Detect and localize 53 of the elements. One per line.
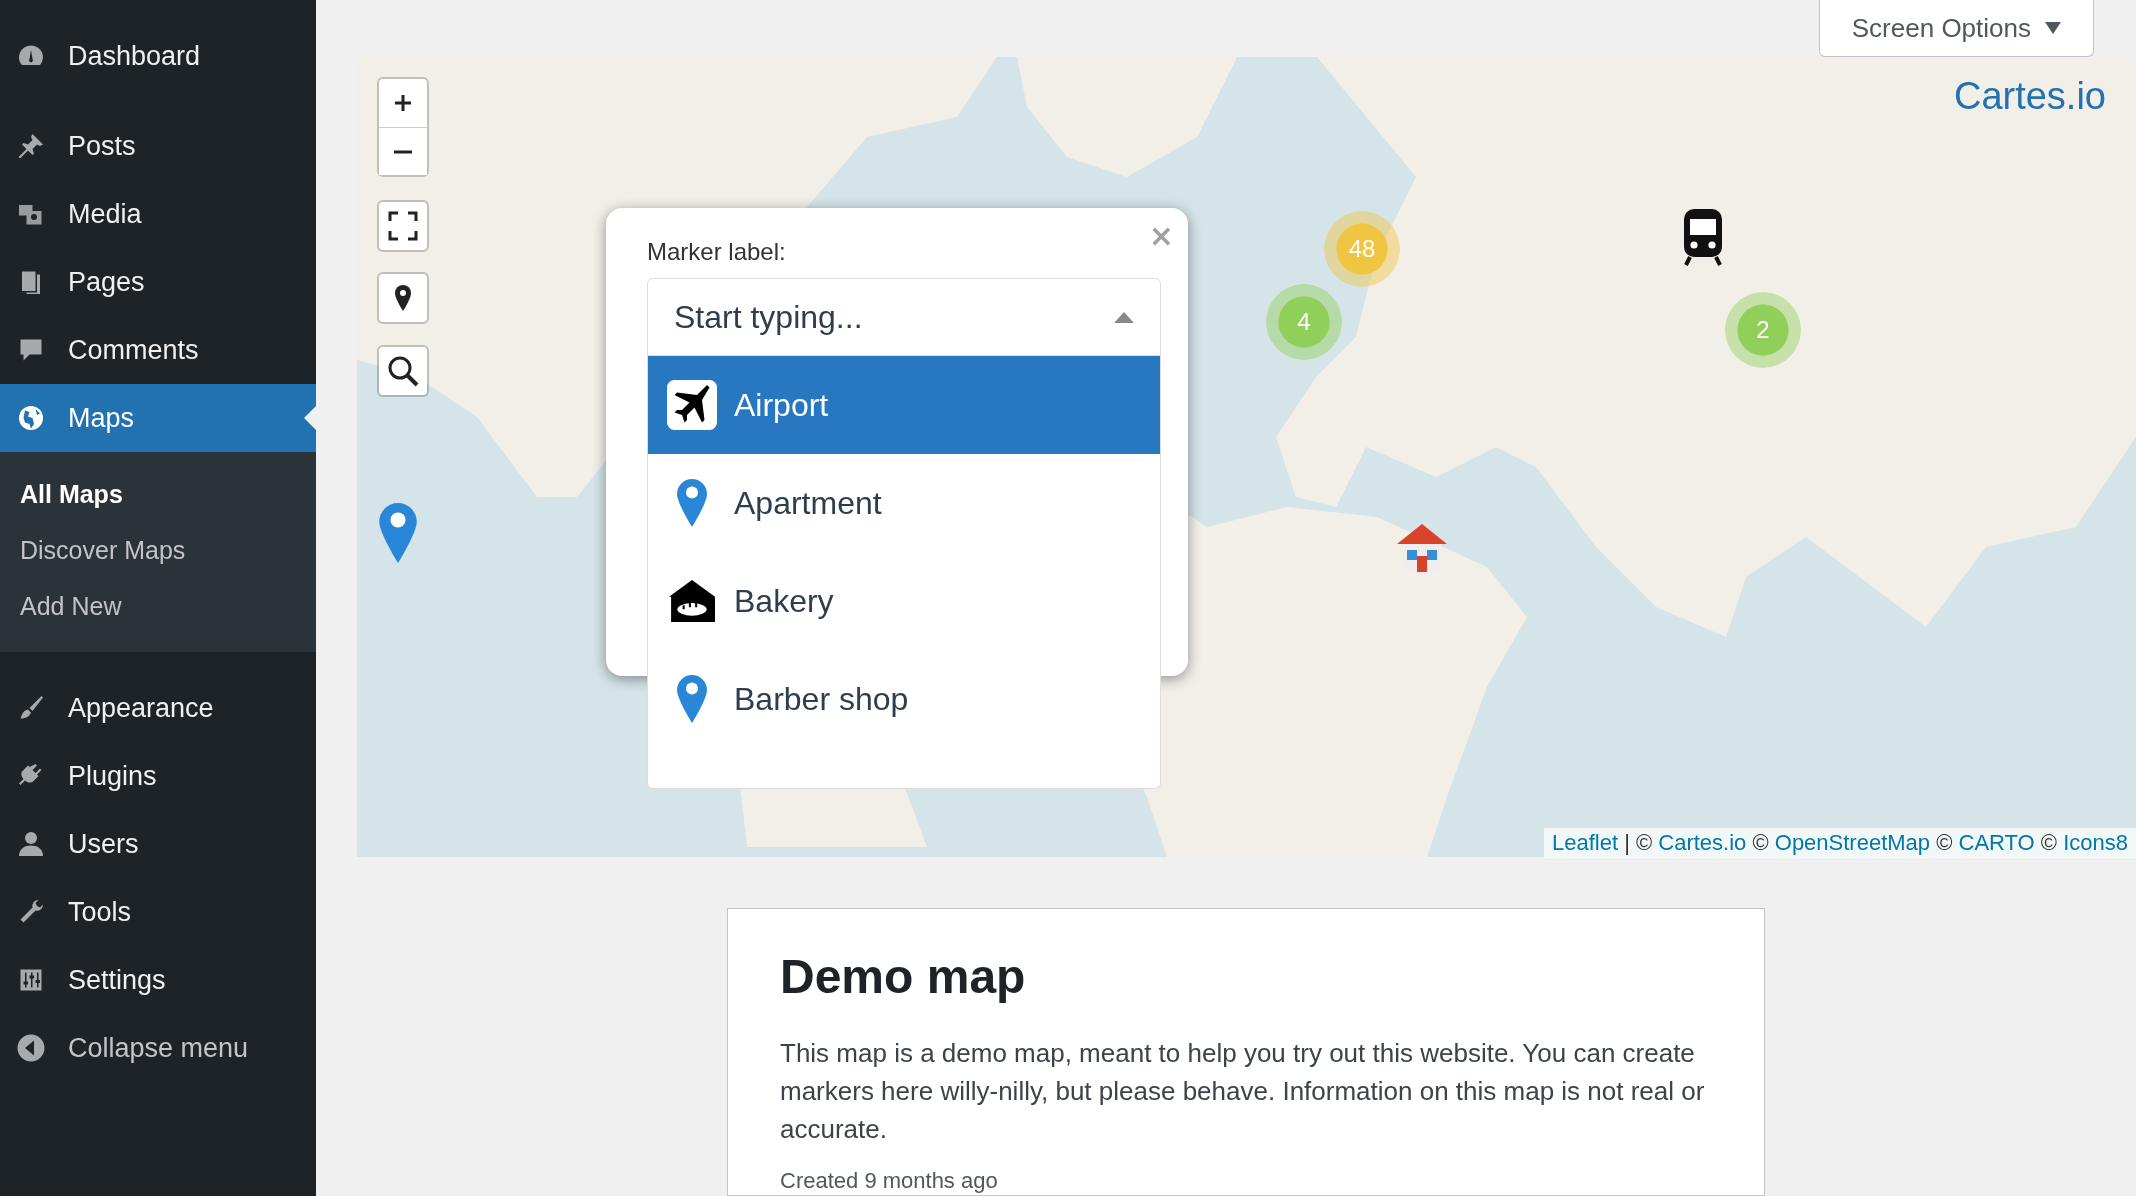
caret-icon bbox=[1114, 311, 1134, 323]
sidebar-item[interactable]: Comments bbox=[0, 316, 316, 384]
search-button[interactable] bbox=[379, 347, 427, 395]
dropdown-option[interactable]: Airport bbox=[648, 356, 1160, 454]
fullscreen-icon bbox=[388, 211, 418, 241]
map-description: This map is a demo map, meant to help you try out this website. You can create markers here willy-nilly, but please behave. Information on this map is not real or accurate. bbox=[780, 1037, 1706, 1146]
sidebar-item[interactable]: Tools bbox=[0, 878, 316, 946]
search-icon bbox=[387, 355, 419, 387]
sidebar-item[interactable]: Users bbox=[0, 810, 316, 878]
current-menu-arrow bbox=[304, 406, 316, 430]
created-date: Created 9 months ago bbox=[780, 1168, 999, 1194]
attribution-link[interactable]: Leaflet bbox=[1551, 830, 1618, 855]
sidebar-item[interactable]: Pages bbox=[0, 248, 316, 316]
sidebar-item[interactable]: Plugins bbox=[0, 742, 316, 810]
sidebar-item[interactable]: Posts bbox=[0, 112, 316, 180]
sidebar-item[interactable]: Dashboard bbox=[0, 22, 316, 90]
collapse-menu-button[interactable]: Collapse menu bbox=[0, 1014, 255, 1082]
map-title: Demo map bbox=[780, 949, 1027, 1004]
marker-label-select[interactable]: Start typing... bbox=[647, 278, 1161, 356]
map-pin-icon[interactable] bbox=[379, 503, 417, 563]
dropdown-option[interactable]: Apartment bbox=[648, 454, 1160, 552]
sidebar-item[interactable]: Appearance bbox=[0, 674, 316, 742]
dropdown-option[interactable]: Bakery bbox=[648, 552, 1160, 650]
dropdown-option[interactable]: Barber shop bbox=[648, 650, 1160, 748]
submenu-item[interactable]: Discover Maps bbox=[0, 522, 316, 578]
airplane-icon bbox=[667, 380, 717, 430]
attribution-link[interactable]: OpenStreetMap bbox=[1774, 830, 1931, 855]
user-icon bbox=[16, 829, 46, 859]
map-pin-icon bbox=[677, 675, 707, 723]
minus-icon bbox=[394, 149, 412, 154]
attribution-link[interactable]: Cartes.io bbox=[1658, 830, 1747, 855]
submenu-item[interactable]: Add New bbox=[0, 578, 316, 634]
map-pin-icon bbox=[677, 479, 707, 527]
field-label: Marker label: bbox=[647, 238, 787, 266]
house-icon[interactable] bbox=[1397, 524, 1447, 572]
attribution-link[interactable]: CARTO bbox=[1958, 830, 2035, 855]
cartes-logo[interactable]: Cartes.io bbox=[1953, 75, 2106, 118]
sidebar-item[interactable]: Maps bbox=[0, 384, 316, 452]
attribution-text: Leaflet | © Cartes.io © OpenStreetMap © CARTO © Icons8 bbox=[1543, 828, 2136, 858]
bakery-icon bbox=[669, 580, 715, 622]
screen-options-button[interactable]: Screen Options bbox=[1818, 0, 2094, 57]
submenu-item[interactable]: All Maps bbox=[0, 466, 316, 522]
plus-icon bbox=[393, 93, 413, 113]
map-pin-icon bbox=[393, 284, 413, 312]
collapse-icon bbox=[16, 1033, 46, 1063]
attribution-link[interactable]: Icons8 bbox=[2063, 830, 2128, 855]
pushpin-icon bbox=[16, 131, 46, 161]
marker-label-input[interactable]: Start typing... bbox=[674, 298, 1114, 336]
sidebar-item[interactable]: Media bbox=[0, 180, 316, 248]
sidebar-item[interactable]: Settings bbox=[0, 946, 316, 1014]
bus-icon[interactable] bbox=[1682, 207, 1724, 267]
caret-icon bbox=[2045, 22, 2061, 34]
globe-icon bbox=[16, 403, 46, 433]
